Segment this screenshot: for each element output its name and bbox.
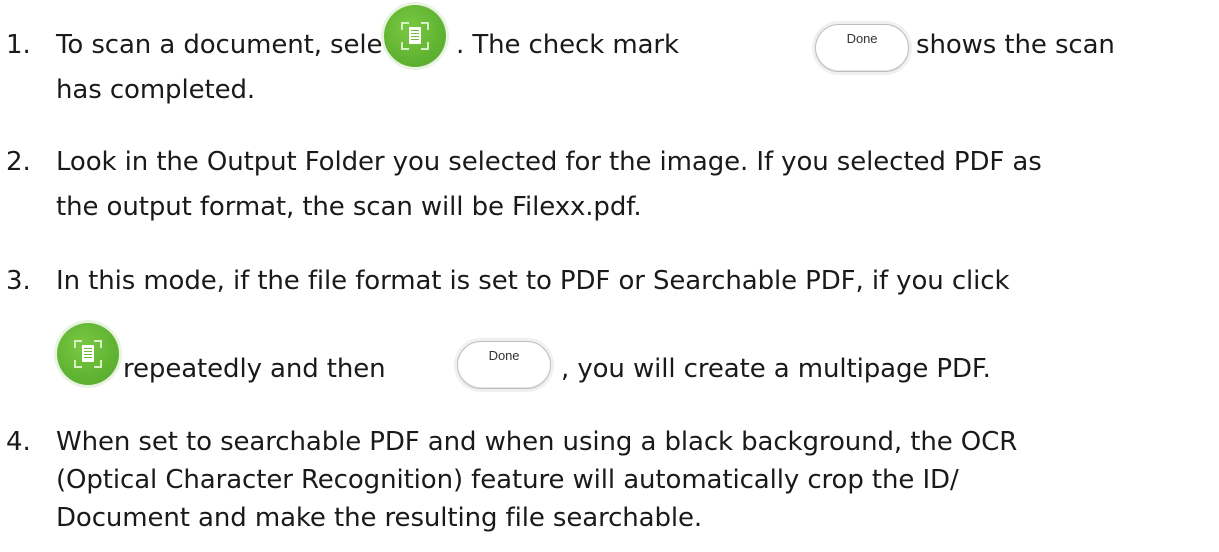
item-number: 2. [6, 147, 31, 177]
item-4-text-line3: Document and make the resulting file sea… [56, 503, 703, 533]
item-1-text-a: To scan a document, select [56, 30, 407, 60]
done-button-2[interactable]: Done [457, 341, 551, 389]
item-3-text-a: repeatedly and then [123, 354, 386, 384]
scan-button-2[interactable] [57, 323, 119, 385]
item-4-text-line2: (Optical Character Recognition) feature … [56, 465, 959, 495]
item-4-text-line1: When set to searchable PDF and when usin… [56, 427, 1018, 457]
item-2-text-line2: the output format, the scan will be File… [56, 192, 642, 222]
item-1-text-b: . The check mark [456, 30, 679, 60]
scan-document-icon [82, 345, 94, 362]
item-number: 3. [6, 266, 31, 296]
item-1-text-line2: has completed. [56, 75, 256, 105]
item-number: 4. [6, 427, 31, 457]
item-number: 1. [6, 30, 31, 60]
item-1-text-c: shows the scan [916, 30, 1115, 60]
done-button[interactable]: Done [815, 24, 909, 72]
scan-button[interactable] [384, 5, 446, 67]
item-2-text-line1: Look in the Output Folder you selected f… [56, 147, 1042, 177]
item-3-text-b: , you will create a multipage PDF. [561, 354, 991, 384]
item-3-text-line1: In this mode, if the file format is set … [56, 266, 1010, 296]
scan-document-icon [409, 27, 421, 44]
